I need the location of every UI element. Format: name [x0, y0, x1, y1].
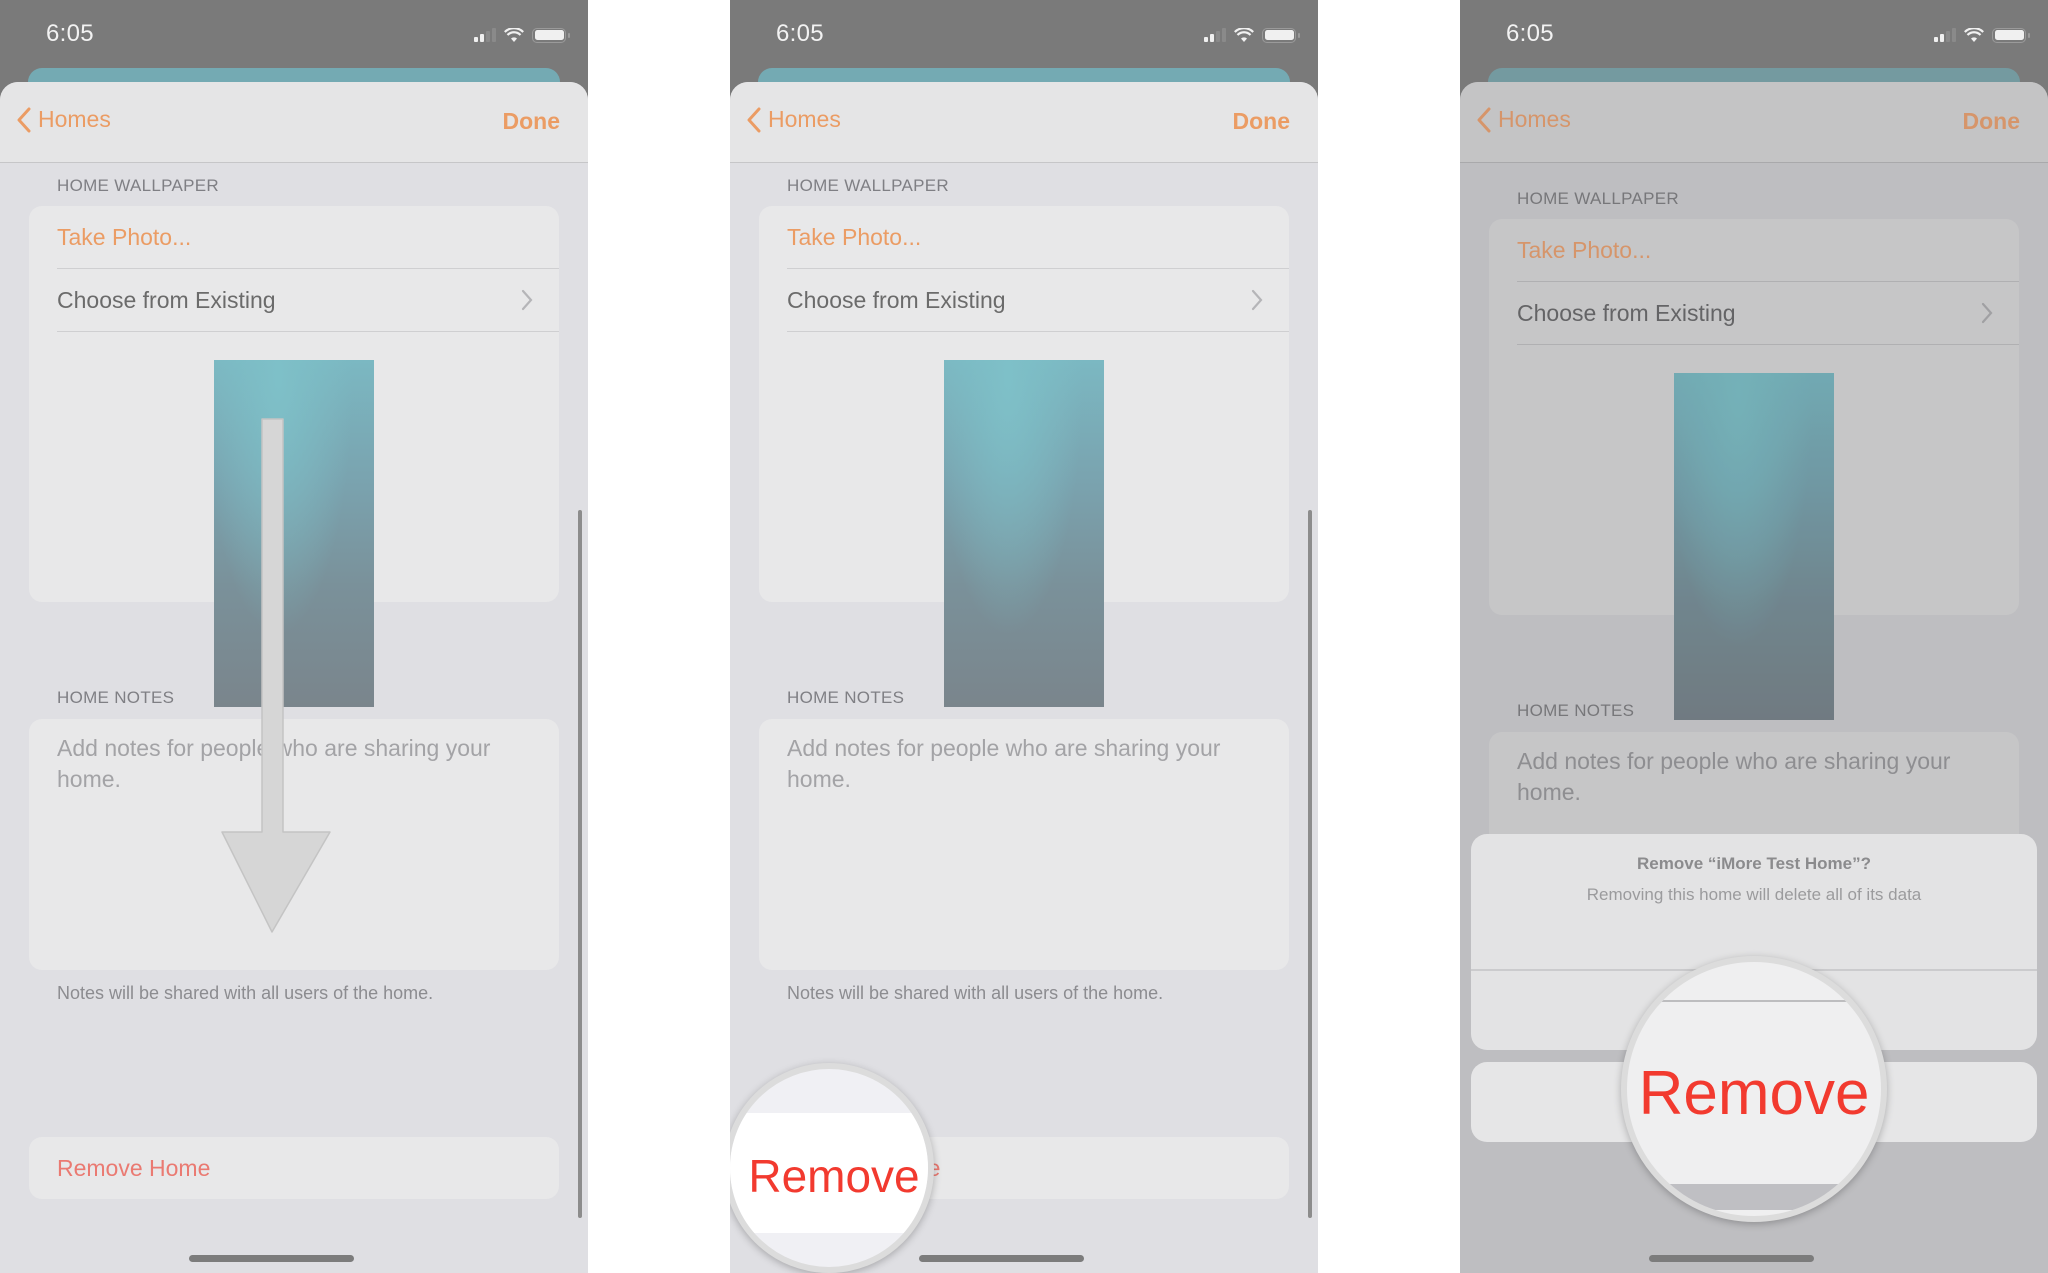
status-time: 6:05 [1506, 20, 1554, 47]
choose-existing-row[interactable]: Choose from Existing [1517, 282, 2019, 345]
take-photo-label: Take Photo... [787, 223, 922, 250]
wallpaper-preview[interactable] [214, 360, 374, 707]
chevron-right-icon [1251, 289, 1263, 311]
phone-screen-2: 6:05 Homes Done HOME WALLPAPER Take Phot… [730, 0, 1318, 1273]
remove-home-card[interactable]: Remove Home [29, 1137, 559, 1199]
wallpaper-preview[interactable] [1674, 373, 1834, 720]
battery-icon [1992, 27, 2030, 43]
magnified-remove-label: Remove [748, 1150, 920, 1202]
back-label: Homes [768, 106, 841, 132]
take-photo-row[interactable]: Take Photo... [787, 206, 1289, 269]
back-button[interactable]: Homes [746, 106, 841, 133]
notes-footer: Notes will be shared with all users of t… [787, 983, 1164, 1003]
wallpaper-card: Take Photo... Choose from Existing [1489, 219, 2019, 720]
home-wallpaper-header: HOME WALLPAPER [57, 176, 219, 195]
navigation-bar: Homes Done [0, 82, 588, 163]
action-sheet-title: Remove “iMore Test Home”? [1637, 854, 1871, 873]
wifi-icon [504, 27, 524, 42]
notes-placeholder: Add notes for people who are sharing you… [57, 735, 491, 792]
wallpaper-card: Take Photo... Choose from Existing [759, 206, 1289, 707]
notes-field[interactable]: Add notes for people who are sharing you… [759, 719, 1289, 970]
remove-home-button[interactable]: Remove Home [57, 1137, 210, 1199]
notes-placeholder: Add notes for people who are sharing you… [787, 735, 1221, 792]
home-indicator[interactable] [919, 1255, 1084, 1262]
navigation-bar: Homes Done [1460, 82, 2048, 163]
wifi-icon [1234, 27, 1254, 42]
home-indicator[interactable] [189, 1255, 354, 1262]
take-photo-label: Take Photo... [1517, 236, 1652, 263]
notes-placeholder: Add notes for people who are sharing you… [1517, 748, 1951, 805]
home-wallpaper-header: HOME WALLPAPER [787, 176, 949, 195]
choose-existing-row[interactable]: Choose from Existing [57, 269, 559, 332]
back-label: Homes [1498, 106, 1571, 132]
notes-footer: Notes will be shared with all users of t… [57, 983, 434, 1003]
take-photo-label: Take Photo... [57, 223, 192, 250]
home-notes-header: HOME NOTES [1517, 701, 1635, 720]
home-settings-sheet: Homes Done HOME WALLPAPER Take Photo... … [0, 82, 588, 1273]
status-time: 6:05 [46, 20, 94, 47]
done-button[interactable]: Done [1963, 108, 2021, 135]
home-wallpaper-header: HOME WALLPAPER [1517, 189, 1679, 208]
status-icons [1204, 24, 1300, 46]
chevron-left-icon [1477, 107, 1491, 132]
chevron-right-icon [1981, 302, 1993, 324]
cellular-signal-icon [474, 28, 496, 42]
wifi-icon [1964, 27, 1984, 42]
choose-existing-label: Choose from Existing [787, 286, 1006, 313]
battery-icon [532, 27, 570, 43]
cellular-signal-icon [1204, 28, 1226, 42]
back-button[interactable]: Homes [1476, 106, 1571, 133]
battery-icon [1262, 27, 1300, 43]
scrollbar[interactable] [1308, 510, 1312, 1218]
wallpaper-card: Take Photo... Choose from Existing [29, 206, 559, 707]
choose-existing-label: Choose from Existing [1517, 299, 1736, 326]
magnified-divider [1627, 1000, 1881, 1002]
action-sheet-message: Removing this home will delete all of it… [1586, 885, 1922, 904]
take-photo-row[interactable]: Take Photo... [57, 206, 559, 269]
status-icons [474, 24, 570, 46]
phone-screen-3: 6:05 Homes Done HOME WALLPAPER Take Phot… [1460, 0, 2048, 1273]
home-indicator[interactable] [1649, 1255, 1814, 1262]
cellular-signal-icon [1934, 28, 1956, 42]
home-notes-header: HOME NOTES [57, 688, 175, 707]
status-time: 6:05 [776, 20, 824, 47]
wallpaper-preview[interactable] [944, 360, 1104, 707]
phone-screen-1: 6:05 Homes Done HOME WALLPAPER Take Phot… [0, 0, 588, 1273]
back-button[interactable]: Homes [16, 106, 111, 133]
home-notes-header: HOME NOTES [787, 688, 905, 707]
status-icons [1934, 24, 2030, 46]
magnifier-callout: Remove [730, 1063, 934, 1273]
choose-existing-row[interactable]: Choose from Existing [787, 269, 1289, 332]
chevron-left-icon [17, 107, 31, 132]
notes-field[interactable]: Add notes for people who are sharing you… [29, 719, 559, 970]
done-button[interactable]: Done [503, 108, 561, 135]
chevron-right-icon [521, 289, 533, 311]
take-photo-row[interactable]: Take Photo... [1517, 219, 2019, 282]
navigation-bar: Homes Done [730, 82, 1318, 163]
magnifier-callout: Remove [1621, 956, 1887, 1222]
choose-existing-label: Choose from Existing [57, 286, 276, 313]
chevron-left-icon [747, 107, 761, 132]
done-button[interactable]: Done [1233, 108, 1291, 135]
back-label: Homes [38, 106, 111, 132]
scrollbar[interactable] [578, 510, 582, 1218]
magnified-remove-label: Remove [1638, 1059, 1870, 1128]
magnified-gap [1627, 1184, 1881, 1210]
